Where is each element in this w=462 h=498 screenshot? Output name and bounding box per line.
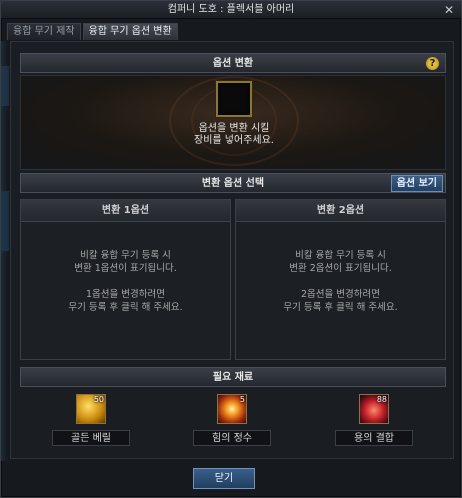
option-2-line-4: 무기 등록 후 클릭 해 주세요. [283, 302, 398, 313]
window-close-icon[interactable]: ✕ [443, 4, 455, 16]
convert-option-2-description: 비칼 융합 무기 등록 시 변환 2옵션이 표기됩니다. 2옵션을 변경하려면 … [236, 222, 445, 314]
materials-title: 필요 재료 [212, 372, 254, 383]
option-2-line-3: 2옵션을 변경하려면 [301, 289, 380, 300]
option-1-line-4: 무기 등록 후 클릭 해 주세요. [68, 302, 183, 313]
convert-option-1-description: 비칼 융합 무기 등록 시 변환 1옵션이 표기됩니다. 1옵션을 변경하려면 … [21, 222, 230, 314]
main-panel: 옵션 변환 ? 옵션을 변환 시킬 장비를 넣어주세요. 변환 옵션 선택 옵션… [10, 41, 454, 459]
tab-fusion-option-convert[interactable]: 융합 무기 옵션 변환 [82, 23, 178, 40]
hint-line-1: 옵션을 변환 시킬 [198, 123, 270, 134]
convert-option-1-title: 변환 1옵션 [21, 200, 230, 222]
option-2-line-2: 변환 2옵션이 표기됩니다. [289, 263, 392, 274]
equipment-slot[interactable] [216, 81, 252, 117]
materials-header: 필요 재료 [20, 367, 446, 387]
golden-beryl-icon[interactable]: 50 [76, 394, 106, 424]
golden-beryl-count: 50 [93, 395, 104, 404]
convert-option-1-box[interactable]: 변환 1옵션 비칼 융합 무기 등록 시 변환 1옵션이 표기됩니다. 1옵션을… [20, 199, 231, 360]
option-1-line-2: 변환 1옵션이 표기됩니다. [74, 263, 177, 274]
help-icon[interactable]: ? [426, 57, 439, 70]
tab-bar: 융합 무기 제작 융합 무기 옵션 변환 [7, 23, 178, 40]
dragon-bond-icon[interactable]: 88 [359, 394, 389, 424]
option-1-line-1: 비칼 융합 무기 등록 시 [80, 250, 171, 261]
option-1-line-3: 1옵션을 변경하려면 [86, 289, 165, 300]
option-convert-title: 옵션 변환 [212, 58, 254, 69]
equipment-slot-hint: 옵션을 변환 시킬 장비를 넣어주세요. [131, 123, 337, 147]
convert-option-2-box[interactable]: 변환 2옵션 비칼 융합 무기 등록 시 변환 2옵션이 표기됩니다. 2옵션을… [235, 199, 446, 360]
hint-line-2: 장비를 넣어주세요. [194, 135, 274, 146]
equipment-drop-area: 옵션을 변환 시킬 장비를 넣어주세요. [20, 75, 446, 170]
armory-window: 컴퍼니 도호 : 플렉서블 아머리 ✕ 융합 무기 제작 융합 무기 옵션 변환… [0, 0, 462, 498]
option-convert-header: 옵션 변환 ? [20, 53, 446, 73]
golden-beryl-label: 골든 베릴 [52, 430, 130, 446]
view-options-button[interactable]: 옵션 보기 [390, 175, 443, 192]
close-button[interactable]: 닫기 [193, 468, 255, 489]
window-titlebar[interactable]: 컴퍼니 도호 : 플렉서블 아머리 ✕ [1, 1, 461, 19]
window-title: 컴퍼니 도호 : 플렉서블 아머리 [167, 4, 295, 15]
essence-of-power-label: 힘의 정수 [193, 430, 271, 446]
dragon-bond-count: 88 [376, 395, 387, 404]
dragon-bond-label: 용의 결합 [335, 430, 413, 446]
option-select-header: 변환 옵션 선택 옵션 보기 [20, 173, 446, 193]
essence-of-power-icon[interactable]: 5 [217, 394, 247, 424]
tab-fusion-weapon-craft[interactable]: 융합 무기 제작 [7, 23, 81, 40]
option-2-line-1: 비칼 융합 무기 등록 시 [295, 250, 386, 261]
option-select-title: 변환 옵션 선택 [201, 178, 265, 189]
convert-option-2-title: 변환 2옵션 [236, 200, 445, 222]
background-decoration [1, 41, 9, 461]
essence-of-power-count: 5 [239, 395, 245, 404]
